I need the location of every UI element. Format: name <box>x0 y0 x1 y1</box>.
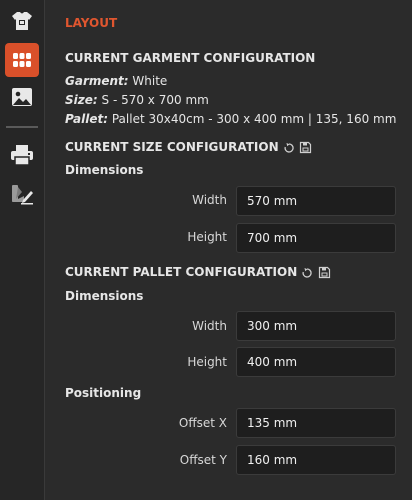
size-height-label: Height <box>187 230 227 244</box>
pallet-dimensions-label: Dimensions <box>65 289 144 303</box>
pallet-height-label: Height <box>187 355 227 369</box>
sidebar-item-color-edit[interactable] <box>5 177 39 211</box>
positioning-label: Positioning <box>65 386 142 400</box>
sidebar-item-image[interactable] <box>5 80 39 114</box>
size-config-header: CURRENT SIZE CONFIGURATION <box>65 140 312 154</box>
size-label: Size: <box>65 93 98 107</box>
size-width-input[interactable]: 570 mm <box>236 186 396 216</box>
pallet-height-input[interactable]: 400 mm <box>236 347 396 377</box>
size-line: Size: S - 570 x 700 mm <box>65 93 209 107</box>
image-icon <box>12 88 32 106</box>
sidebar-divider <box>6 126 38 128</box>
save-icon[interactable] <box>318 266 331 279</box>
pallet-label: Pallet: <box>65 112 109 126</box>
pallet-width-input[interactable]: 300 mm <box>236 311 396 341</box>
sidebar-item-print[interactable] <box>5 138 39 172</box>
pallet-value: Pallet 30x40cm - 300 x 400 mm | 135, 160… <box>111 112 397 126</box>
main-panel: LAYOUT CURRENT GARMENT CONFIGURATION Gar… <box>45 0 412 500</box>
sidebar-item-layout[interactable] <box>5 43 39 77</box>
app-root: LAYOUT CURRENT GARMENT CONFIGURATION Gar… <box>0 0 412 500</box>
save-icon[interactable] <box>299 141 312 154</box>
reset-icon[interactable] <box>283 142 295 154</box>
sidebar <box>0 0 45 500</box>
size-config-title: CURRENT SIZE CONFIGURATION <box>65 140 279 154</box>
size-value: S - 570 x 700 mm <box>101 93 209 107</box>
color-edit-icon <box>12 185 33 205</box>
garment-icon <box>12 12 32 30</box>
pallet-config-header: CURRENT PALLET CONFIGURATION <box>65 265 331 279</box>
offset-x-input[interactable]: 135 mm <box>236 408 396 438</box>
pallet-line: Pallet: Pallet 30x40cm - 300 x 400 mm | … <box>65 112 396 126</box>
reset-icon[interactable] <box>301 267 313 279</box>
pallet-width-label: Width <box>192 319 227 333</box>
grid-icon <box>13 53 31 67</box>
offset-y-label: Offset Y <box>179 453 227 467</box>
sidebar-item-garment[interactable] <box>5 4 39 38</box>
offset-x-label: Offset X <box>178 416 227 430</box>
offset-y-input[interactable]: 160 mm <box>236 445 396 475</box>
size-height-input[interactable]: 700 mm <box>236 223 396 253</box>
garment-line: Garment: White <box>65 74 167 88</box>
garment-label: Garment: <box>65 74 129 88</box>
size-dimensions-label: Dimensions <box>65 163 144 177</box>
printer-icon <box>11 145 33 166</box>
size-width-label: Width <box>192 193 227 207</box>
garment-value: White <box>132 74 168 88</box>
page-title: LAYOUT <box>65 16 118 30</box>
pallet-config-title: CURRENT PALLET CONFIGURATION <box>65 265 298 279</box>
garment-config-title: CURRENT GARMENT CONFIGURATION <box>65 51 316 65</box>
